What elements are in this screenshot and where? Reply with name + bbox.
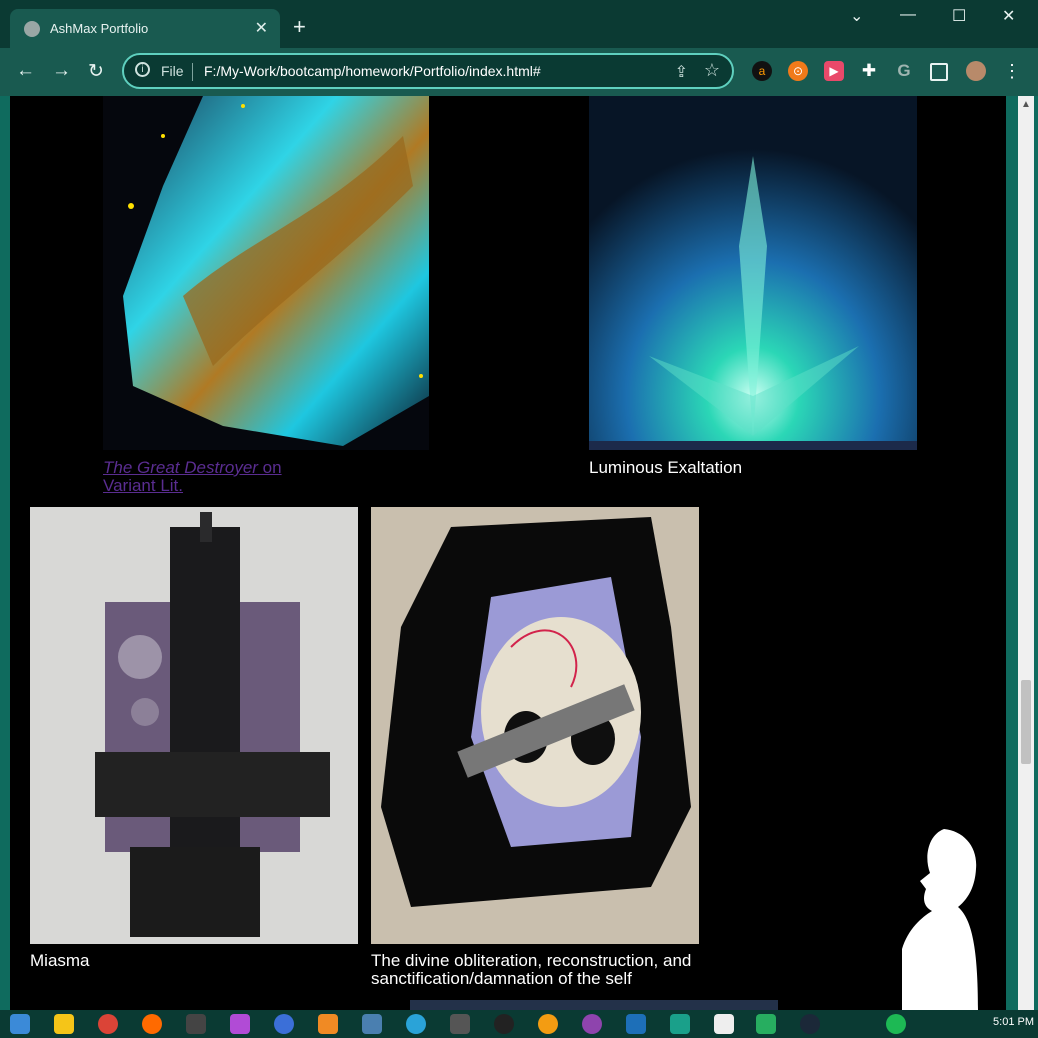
app-icon[interactable] [538, 1014, 558, 1034]
app-icon[interactable] [230, 1014, 250, 1034]
maximize-button[interactable]: ☐ [952, 6, 966, 26]
app-icon[interactable] [582, 1014, 602, 1034]
artwork-title-line2: sanctification/damnation of the self [371, 969, 632, 988]
back-button[interactable]: ← [16, 60, 35, 82]
vlc-icon[interactable] [318, 1014, 338, 1034]
artwork-title-rest[interactable]: on [258, 458, 282, 477]
new-tab-button[interactable]: + [293, 16, 306, 38]
divider [192, 63, 193, 81]
url-text[interactable]: F:/My-Work/bootcamp/homework/Portfolio/i… [204, 63, 541, 79]
artwork-title: The divine obliteration, reconstruction,… [371, 952, 751, 988]
artwork-title: Miasma [30, 951, 90, 970]
calendar-icon[interactable] [10, 1014, 30, 1034]
artwork-luminous-exaltation[interactable] [589, 96, 917, 450]
spotify-icon[interactable] [886, 1014, 906, 1034]
address-bar[interactable]: i File F:/My-Work/bootcamp/homework/Port… [122, 53, 734, 89]
close-window-button[interactable]: ✕ [1002, 6, 1015, 26]
steam-icon[interactable] [800, 1014, 820, 1034]
app-icon[interactable] [274, 1014, 294, 1034]
app-icon[interactable] [362, 1014, 382, 1034]
artwork-peek [410, 1000, 778, 1010]
grammarly-icon[interactable]: G [894, 61, 914, 81]
taskbar: 5:01 PM [0, 1010, 1038, 1038]
artwork-miasma[interactable] [30, 507, 358, 944]
share-icon[interactable]: ⇪ [675, 62, 688, 82]
artwork-title-em[interactable]: The Great Destroyer [103, 458, 258, 477]
avast-icon[interactable]: ⊙ [788, 61, 808, 81]
tab-search-icon[interactable]: ⌄ [850, 6, 863, 26]
bookmark-star-icon[interactable]: ☆ [704, 60, 720, 81]
forward-button[interactable]: → [52, 60, 71, 82]
artwork-great-destroyer[interactable] [103, 96, 429, 450]
profile-avatar[interactable] [966, 61, 986, 81]
artwork-title-line2[interactable]: Variant Lit. [103, 476, 183, 495]
app-icon[interactable] [670, 1014, 690, 1034]
browser-tab[interactable]: AshMax Portfolio ✕ [10, 9, 280, 48]
tab-strip: AshMax Portfolio ✕ + ⌄ — ☐ ✕ [0, 0, 1038, 48]
chrome-icon[interactable] [98, 1014, 118, 1034]
app-icon[interactable] [186, 1014, 206, 1034]
menu-kebab-icon[interactable]: ⋮ [1002, 61, 1022, 81]
sticky-notes-icon[interactable] [54, 1014, 74, 1034]
vertical-scrollbar[interactable]: ▲ [1018, 96, 1034, 1010]
scroll-up-icon[interactable]: ▲ [1021, 99, 1031, 110]
scroll-thumb[interactable] [1021, 680, 1031, 764]
globe-icon [24, 21, 40, 37]
info-icon[interactable]: i [135, 62, 150, 77]
app-icon[interactable] [450, 1014, 470, 1034]
artwork-title-line1: The divine obliteration, reconstruction,… [371, 951, 692, 970]
reload-button[interactable]: ↻ [88, 60, 104, 83]
app-icon[interactable] [406, 1014, 426, 1034]
midi-icon[interactable] [756, 1014, 776, 1034]
screen-record-icon[interactable]: ▶ [824, 61, 844, 81]
app-icon[interactable] [626, 1014, 646, 1034]
app-icon[interactable] [494, 1014, 514, 1034]
tab-title: AshMax Portfolio [50, 21, 149, 36]
app-icon[interactable] [714, 1014, 734, 1034]
firefox-icon[interactable] [142, 1014, 162, 1034]
minimize-button[interactable]: — [900, 6, 916, 24]
puzzle-extensions-icon[interactable]: ✚ [859, 61, 879, 81]
sidepanel-icon[interactable] [930, 63, 948, 81]
browser-toolbar: ← → ↻ i File F:/My-Work/bootcamp/homewor… [0, 48, 1038, 96]
artwork-divine-obliteration[interactable] [371, 507, 699, 944]
scheme-label: File [161, 63, 184, 79]
amazon-icon[interactable]: a [752, 61, 772, 81]
clock[interactable]: 5:01 PM [993, 1016, 1034, 1028]
tab-close-icon[interactable]: ✕ [255, 18, 268, 38]
silhouette-icon[interactable] [902, 829, 982, 1010]
artwork-title: Luminous Exaltation [589, 458, 743, 477]
artwork-caption-link[interactable]: The Great Destroyer on Variant Lit. [103, 459, 343, 495]
page-viewport: The Great Destroyer on Variant Lit. Lumi… [10, 96, 1006, 1010]
